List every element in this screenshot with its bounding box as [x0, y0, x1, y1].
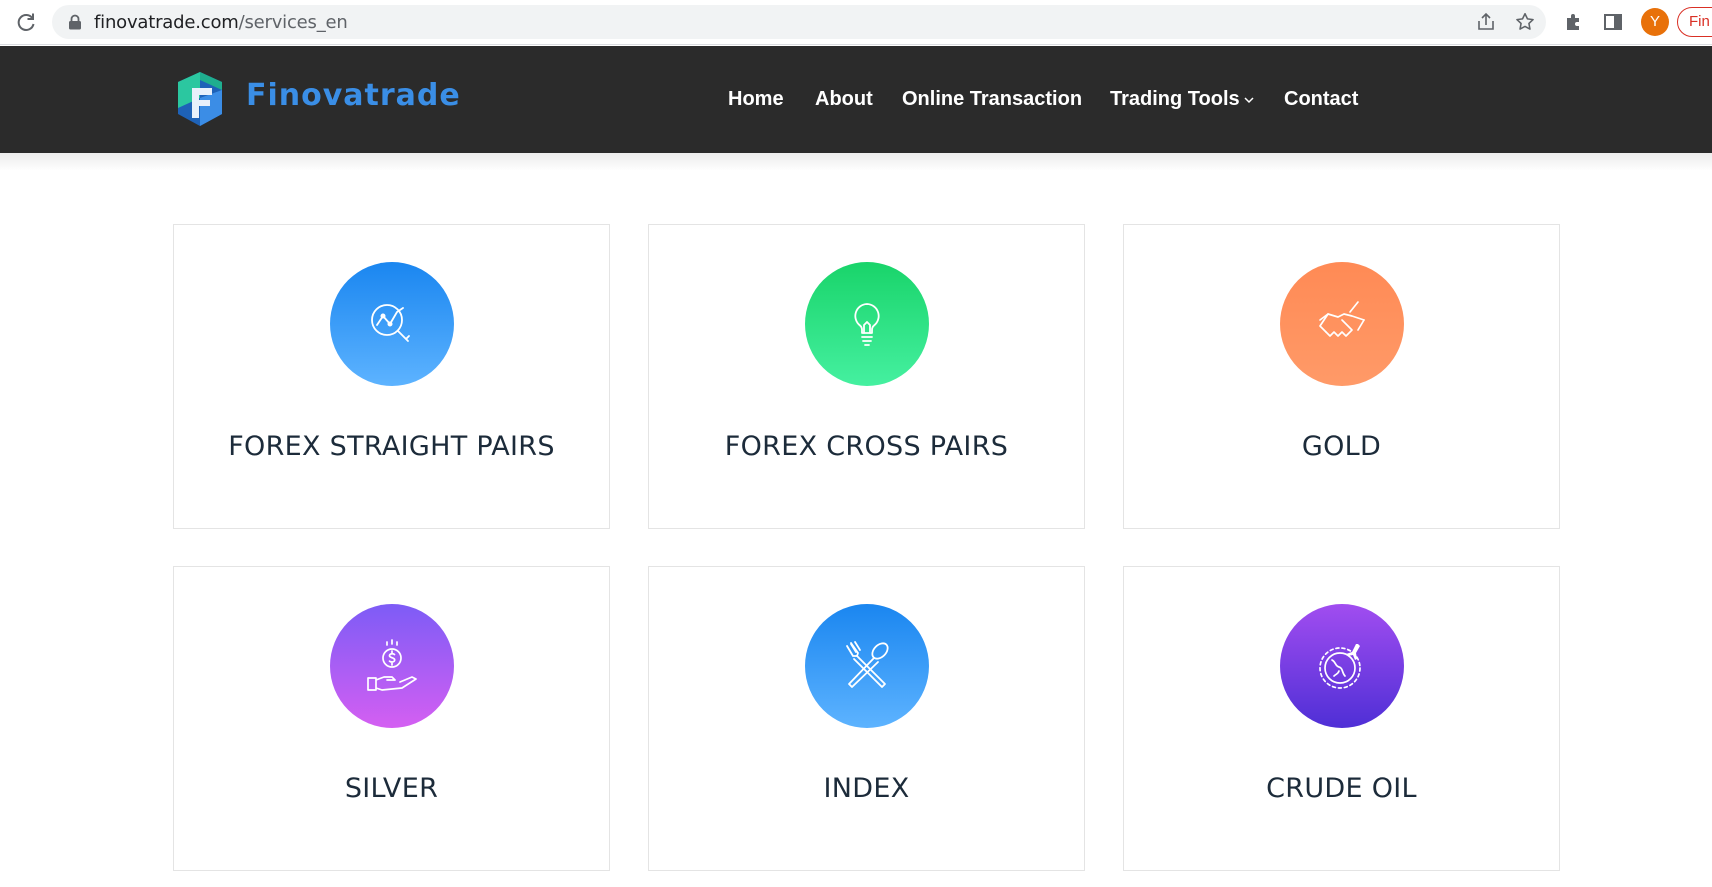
service-icon-circle [330, 604, 454, 728]
main-nav: Home About Online Transaction Trading To… [0, 88, 1712, 114]
hand-coin-icon [367, 639, 417, 691]
header-shadow [0, 153, 1712, 171]
bookmark-star-icon[interactable] [1514, 11, 1536, 33]
url-text[interactable]: finovatrade.com/services_en [94, 12, 348, 33]
lightbulb-icon [854, 303, 880, 346]
url-domain: finovatrade.com [94, 12, 239, 33]
service-title: SILVER [344, 773, 439, 804]
side-panel-icon[interactable] [1603, 12, 1623, 32]
profile-avatar[interactable]: Y [1641, 8, 1669, 36]
nav-about[interactable]: About [815, 88, 873, 111]
service-card-forex-straight-pairs[interactable]: FOREX STRAIGHT PAIRS [173, 224, 610, 529]
service-title: FOREX CROSS PAIRS [724, 431, 1009, 462]
lock-icon[interactable] [68, 14, 82, 30]
service-title: INDEX [823, 773, 910, 804]
service-card-crude-oil[interactable]: CRUDE OIL [1123, 566, 1560, 871]
service-icon-circle [330, 262, 454, 386]
reload-icon[interactable] [14, 10, 38, 34]
nav-trading-tools[interactable]: Trading Tools [1110, 88, 1254, 111]
service-icon-circle [1280, 604, 1404, 728]
fork-spoon-icon [846, 641, 889, 688]
service-icon-circle [805, 262, 929, 386]
service-title: CRUDE OIL [1266, 773, 1417, 804]
service-card-silver[interactable]: SILVER [173, 566, 610, 871]
extensions-puzzle-icon[interactable] [1563, 11, 1585, 33]
service-title: FOREX STRAIGHT PAIRS [228, 431, 555, 462]
service-card-gold[interactable]: GOLD [1123, 224, 1560, 529]
service-card-index[interactable]: INDEX [648, 566, 1085, 871]
nav-contact[interactable]: Contact [1284, 88, 1358, 111]
url-path: /services_en [238, 12, 348, 33]
service-title: GOLD [1301, 431, 1382, 462]
share-icon[interactable] [1476, 12, 1496, 32]
chart-magnifier-icon [371, 304, 410, 342]
chevron-down-icon [1244, 97, 1254, 103]
nav-online-transaction[interactable]: Online Transaction [902, 88, 1082, 111]
nav-home[interactable]: Home [728, 88, 784, 111]
site-header: Finovatrade Home About Online Transactio… [0, 46, 1712, 153]
browser-toolbar: finovatrade.com/services_en Y Fin [0, 0, 1712, 45]
service-icon-circle [1280, 262, 1404, 386]
profile-pill[interactable]: Fin [1677, 7, 1712, 37]
service-card-forex-cross-pairs[interactable]: FOREX CROSS PAIRS [648, 224, 1085, 529]
service-icon-circle [805, 604, 929, 728]
globe-plane-icon [1319, 644, 1361, 689]
address-bar[interactable]: finovatrade.com/services_en [52, 5, 1546, 39]
nav-trading-tools-label: Trading Tools [1110, 88, 1240, 110]
handshake-icon [1319, 301, 1365, 337]
